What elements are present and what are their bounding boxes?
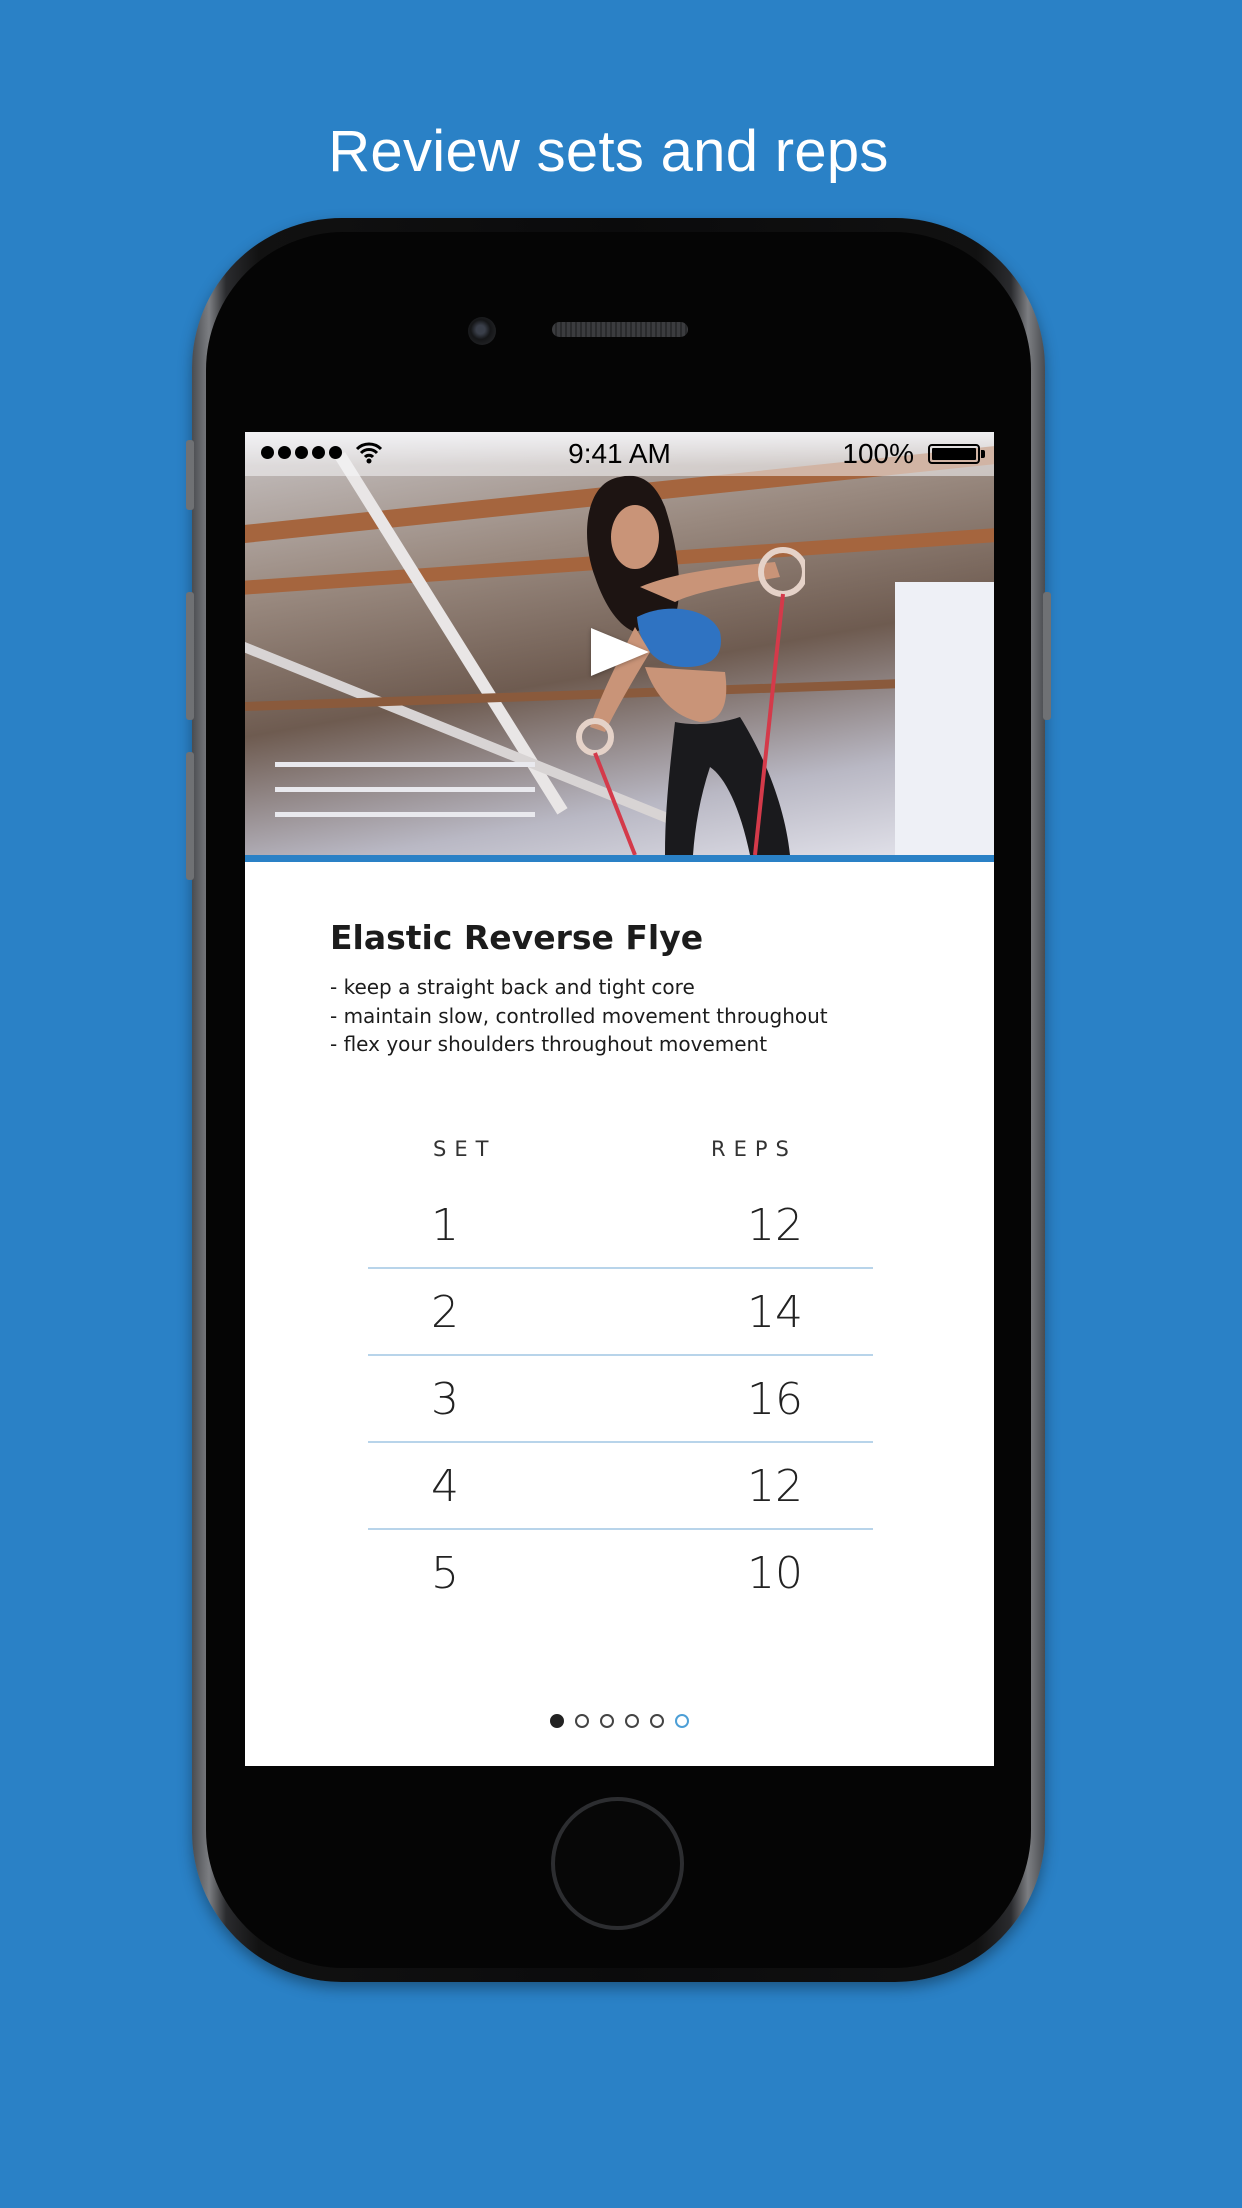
page-dot[interactable] (650, 1714, 664, 1728)
page-dot[interactable] (600, 1714, 614, 1728)
set-column-header: SET (433, 1137, 497, 1161)
table-row: 2 14 (368, 1269, 873, 1356)
hero-accent-bar (245, 855, 994, 862)
front-camera (468, 317, 496, 345)
reps-count: 12 (747, 1461, 803, 1512)
play-icon[interactable] (591, 628, 649, 676)
page-dot[interactable] (575, 1714, 589, 1728)
reps-count: 14 (747, 1287, 803, 1338)
table-row: 1 12 (368, 1182, 873, 1269)
battery-percentage: 100% (842, 438, 914, 469)
reps-count: 16 (747, 1374, 803, 1425)
earpiece-speaker (552, 322, 688, 337)
battery-icon (928, 444, 980, 464)
exercise-video-thumbnail[interactable]: 9:41 AM 100% (245, 432, 994, 855)
set-number: 3 (431, 1374, 459, 1425)
page-dot[interactable] (550, 1714, 564, 1728)
table-row: 3 16 (368, 1356, 873, 1443)
set-number: 2 (431, 1287, 459, 1338)
reps-count: 10 (747, 1548, 803, 1599)
athlete-image (576, 475, 805, 855)
status-bar: 9:41 AM 100% (245, 432, 994, 476)
exercise-tips: - keep a straight back and tight core - … (330, 973, 828, 1059)
page-dot[interactable] (675, 1714, 689, 1728)
page-dot[interactable] (625, 1714, 639, 1728)
app-screen: 9:41 AM 100% Elastic Reverse Flye - keep… (245, 432, 994, 1766)
set-number: 1 (431, 1200, 459, 1251)
exercise-title: Elastic Reverse Flye (330, 918, 704, 957)
set-number: 4 (431, 1461, 459, 1512)
set-number: 5 (431, 1548, 459, 1599)
volume-down-button (186, 752, 194, 880)
table-row: 4 12 (368, 1443, 873, 1530)
tip-item: - maintain slow, controlled movement thr… (330, 1003, 828, 1028)
home-button[interactable] (551, 1797, 684, 1930)
volume-up-button (186, 592, 194, 720)
reps-column-header: REPS (711, 1137, 797, 1161)
reps-count: 12 (747, 1200, 803, 1251)
headline: Review sets and reps (328, 119, 889, 184)
table-row: 5 10 (368, 1530, 873, 1617)
power-button (1043, 592, 1051, 720)
mute-switch (186, 440, 194, 510)
tip-item: - keep a straight back and tight core (330, 975, 695, 999)
page-indicator[interactable] (245, 1714, 994, 1728)
tip-item: - flex your shoulders throughout movemen… (330, 1032, 768, 1056)
